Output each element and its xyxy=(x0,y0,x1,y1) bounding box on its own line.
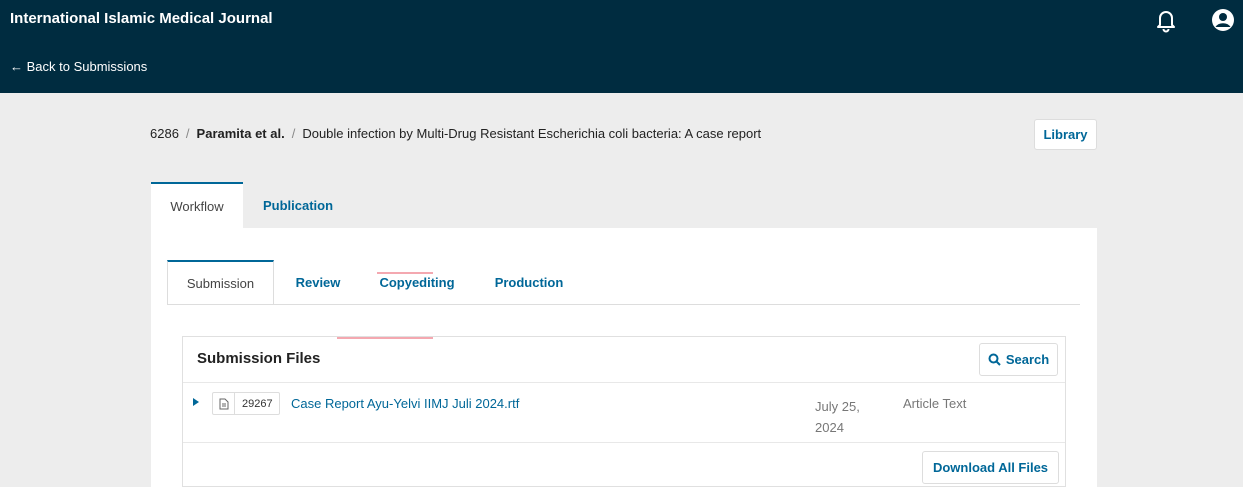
file-id-badge: 29267 xyxy=(212,392,280,415)
divider xyxy=(183,442,1065,443)
divider xyxy=(183,382,1065,383)
tab-production[interactable]: Production xyxy=(480,260,578,305)
highlight-mark xyxy=(337,337,433,339)
search-label: Search xyxy=(1005,352,1050,367)
expand-icon[interactable] xyxy=(193,398,199,406)
breadcrumb: 6286 / Paramita et al. / Double infection by… xyxy=(150,126,761,141)
right-edge xyxy=(1243,0,1251,487)
user-icon[interactable] xyxy=(1210,7,1236,33)
submission-id: 6286 xyxy=(150,126,179,141)
journal-title[interactable]: International Islamic Medical Journal xyxy=(10,10,273,27)
back-to-submissions-link[interactable]: ← Back to Submissions xyxy=(10,59,147,74)
submission-files-title: Submission Files xyxy=(197,350,321,367)
highlight-mark xyxy=(377,272,433,274)
breadcrumb-separator: / xyxy=(185,126,190,141)
file-type: Article Text xyxy=(903,396,967,411)
submission-title: Double infection by Multi-Drug Resistant… xyxy=(302,126,762,141)
library-button[interactable]: Library xyxy=(1034,119,1097,150)
file-name-link[interactable]: Case Report Ayu-Yelvi IIMJ Juli 2024.rtf xyxy=(291,396,519,411)
tabs-divider xyxy=(167,304,1080,305)
search-icon xyxy=(988,353,1001,366)
document-icon xyxy=(213,393,235,414)
search-button[interactable]: Search xyxy=(979,343,1058,376)
bell-icon[interactable] xyxy=(1154,7,1178,33)
file-id: 29267 xyxy=(242,397,273,410)
file-date: July 25, 2024 xyxy=(815,399,860,435)
breadcrumb-separator: / xyxy=(291,126,296,141)
tab-publication[interactable]: Publication xyxy=(250,182,346,228)
top-bar: International Islamic Medical Journal ← … xyxy=(0,0,1243,93)
submission-author: Paramita et al. xyxy=(196,126,285,141)
tab-copyediting[interactable]: Copyediting xyxy=(366,260,468,305)
tab-submission[interactable]: Submission xyxy=(167,260,274,305)
download-all-files-button[interactable]: Download All Files xyxy=(922,451,1059,484)
tab-review[interactable]: Review xyxy=(285,260,351,305)
tab-workflow[interactable]: Workflow xyxy=(151,182,243,228)
